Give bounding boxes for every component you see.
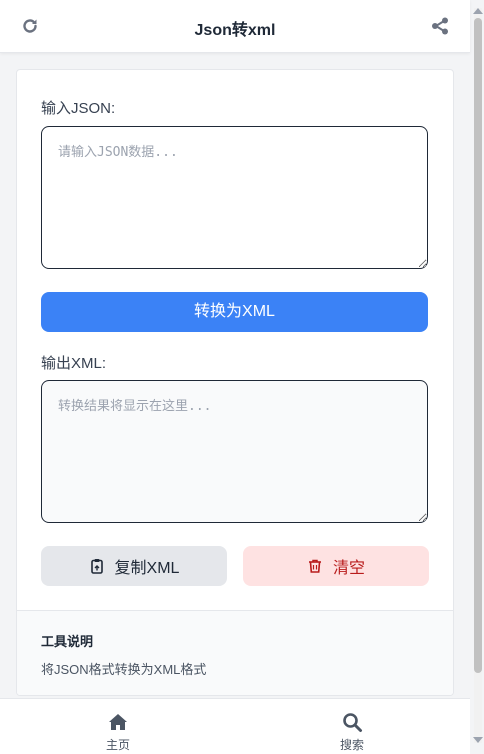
bottom-nav: 主页 搜索	[0, 698, 470, 754]
home-icon	[109, 714, 127, 730]
clipboard-icon	[90, 559, 103, 574]
copy-xml-label: 复制XML	[114, 560, 180, 577]
scroll-up-arrow[interactable]	[473, 8, 483, 14]
scroll-down-arrow[interactable]	[473, 737, 483, 743]
copy-xml-button[interactable]: 复制XML	[41, 546, 227, 586]
search-icon	[343, 713, 362, 732]
nav-search-label: 搜索	[339, 738, 364, 752]
json-input[interactable]	[41, 126, 428, 269]
nav-home[interactable]: 主页	[88, 711, 148, 753]
scrollbar-thumb[interactable]	[474, 18, 482, 673]
tool-info-description: 将JSON格式转换为XML格式	[41, 662, 207, 677]
convert-button[interactable]: 转换为XML	[41, 292, 428, 332]
clear-label: 清空	[332, 560, 365, 577]
xml-output[interactable]	[41, 380, 428, 523]
nav-home-label: 主页	[105, 738, 130, 752]
output-label: 输出XML:	[41, 355, 107, 372]
tool-info: 工具说明 将JSON格式转换为XML格式	[17, 610, 453, 695]
clear-button[interactable]: 清空	[243, 546, 429, 586]
share-icon[interactable]	[430, 16, 450, 36]
page-scrollbar[interactable]	[472, 8, 483, 743]
nav-search[interactable]: 搜索	[322, 711, 382, 753]
page-title: Json转xml	[194, 22, 276, 39]
converter-card: 输入JSON: 转换为XML 输出XML: 复制XML 清空 工具说明 将JSO…	[16, 69, 454, 696]
input-label: 输入JSON:	[41, 100, 116, 117]
tool-info-title: 工具说明	[41, 634, 94, 649]
trash-icon	[308, 559, 321, 573]
app-header: Json转xml	[0, 0, 470, 53]
